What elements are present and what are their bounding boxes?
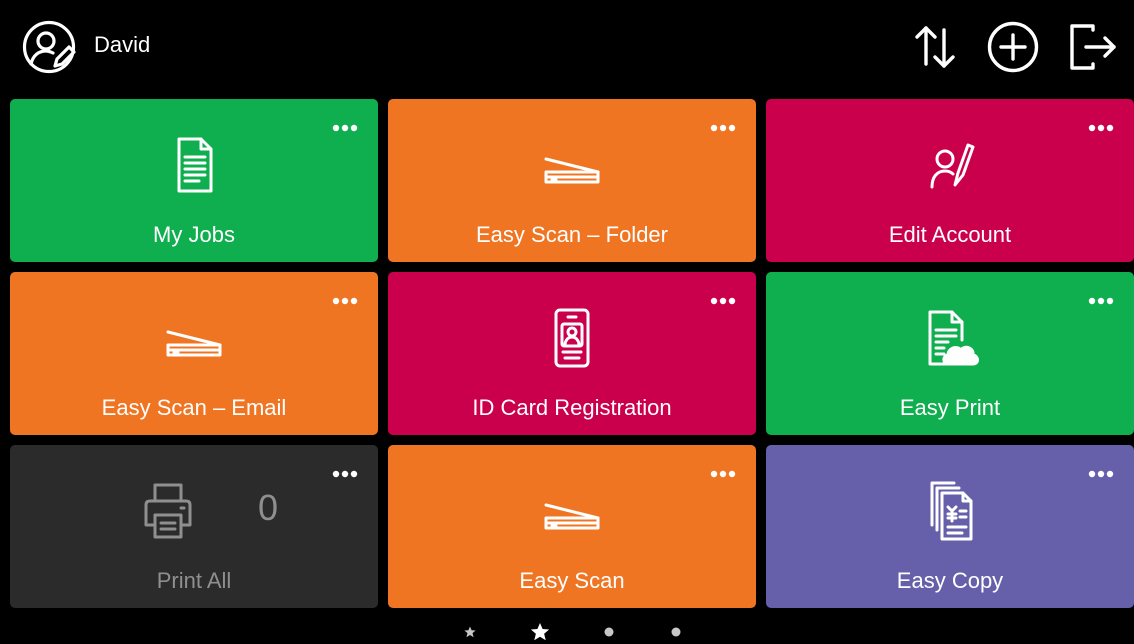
more-icon [710, 470, 736, 478]
document-icon [162, 133, 226, 197]
more-options-button[interactable] [1088, 123, 1114, 133]
cloud-document-icon [918, 306, 982, 370]
page-3-dot[interactable] [601, 624, 617, 640]
more-icon [1088, 470, 1114, 478]
star-icon [530, 623, 550, 641]
tile-label: My Jobs [153, 222, 235, 247]
user-profile[interactable]: David [22, 20, 150, 74]
page-2-star[interactable] [530, 622, 550, 642]
tile-label: Easy Scan – Folder [476, 222, 668, 247]
add-button[interactable] [986, 20, 1040, 74]
tile-label: Easy Print [899, 395, 1001, 420]
tile-print-all[interactable]: 0 Print All [10, 445, 378, 608]
page-4-dot[interactable] [668, 624, 684, 640]
more-icon [332, 297, 358, 305]
tile-grid: My Jobs Easy Scan – Folder Edit Account … [10, 99, 1134, 611]
more-icon [710, 124, 736, 132]
user-edit-icon [22, 20, 76, 74]
more-options-button[interactable] [710, 296, 736, 306]
dot-icon [671, 627, 681, 637]
sort-icon [908, 20, 962, 74]
tile-my-jobs[interactable]: My Jobs [10, 99, 378, 262]
job-count: 0 [258, 487, 279, 528]
tile-edit-account[interactable]: Edit Account [766, 99, 1134, 262]
copy-icon [918, 479, 982, 543]
scanner-icon [540, 479, 604, 543]
logout-icon [1064, 20, 1118, 74]
more-options-button[interactable] [1088, 296, 1114, 306]
more-options-button[interactable] [332, 123, 358, 133]
scanner-icon [540, 133, 604, 197]
more-options-button[interactable] [332, 296, 358, 306]
dot-icon [604, 627, 614, 637]
page-1-star[interactable] [462, 624, 478, 640]
scanner-icon [162, 306, 226, 370]
star-icon [464, 626, 476, 638]
tile-easy-scan-folder[interactable]: Easy Scan – Folder [388, 99, 756, 262]
tile-easy-copy[interactable]: Easy Copy [766, 445, 1134, 608]
more-options-button[interactable] [332, 469, 358, 479]
tile-label: Edit Account [888, 222, 1012, 247]
more-icon [1088, 124, 1114, 132]
more-icon [1088, 297, 1114, 305]
tile-label: Easy Scan – Email [101, 395, 287, 420]
more-icon [332, 470, 358, 478]
more-options-button[interactable] [1088, 469, 1114, 479]
top-bar: David [0, 0, 1134, 96]
more-icon [332, 124, 358, 132]
logout-button[interactable] [1064, 20, 1118, 74]
id-card-icon [540, 306, 604, 370]
tile-label: Easy Copy [896, 568, 1004, 593]
tile-label: Print All [156, 568, 232, 593]
header-actions [884, 20, 1118, 74]
add-icon [986, 20, 1040, 74]
more-icon [710, 297, 736, 305]
printer-icon [136, 479, 200, 543]
tile-easy-scan-email[interactable]: Easy Scan – Email [10, 272, 378, 435]
tile-label: Easy Scan [519, 568, 625, 593]
tile-id-card-registration[interactable]: ID Card Registration [388, 272, 756, 435]
sort-button[interactable] [908, 20, 962, 74]
more-options-button[interactable] [710, 123, 736, 133]
tile-easy-scan[interactable]: Easy Scan [388, 445, 756, 608]
user-name: David [94, 32, 151, 57]
page-indicator [0, 618, 1134, 644]
user-edit-icon [918, 133, 982, 197]
more-options-button[interactable] [710, 469, 736, 479]
tile-label: ID Card Registration [472, 395, 672, 420]
tile-easy-print[interactable]: Easy Print [766, 272, 1134, 435]
